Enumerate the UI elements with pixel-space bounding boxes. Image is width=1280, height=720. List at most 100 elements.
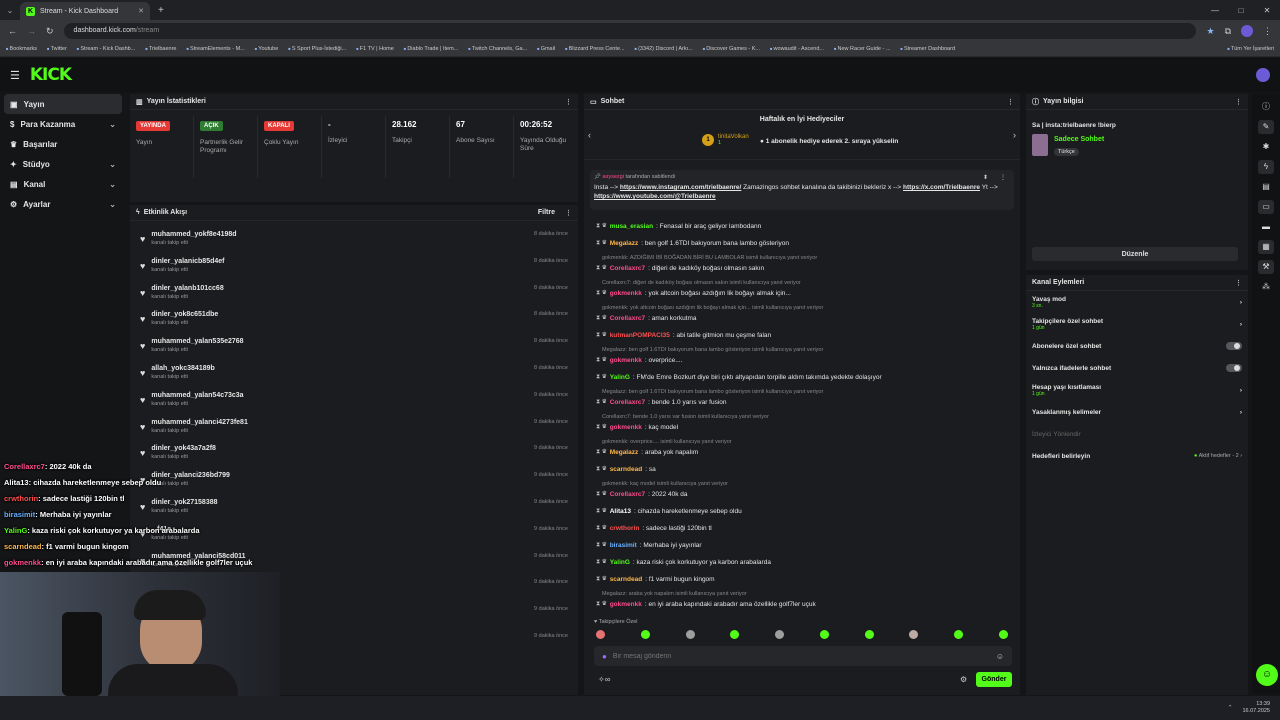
action-followers-only[interactable]: Takipçilere özel sohbet 1 gün › <box>1026 313 1248 335</box>
chevron-right-icon[interactable]: › <box>1013 130 1016 140</box>
wrench-icon[interactable]: ⚒ <box>1258 260 1274 274</box>
bookmark-item[interactable]: wowaudit - Ascend... <box>770 46 824 52</box>
more-options-icon[interactable]: ⋮ <box>1235 279 1242 287</box>
lightning-icon[interactable]: ϟ <box>1258 160 1274 174</box>
chat-user[interactable]: gokmenkk <box>610 290 642 297</box>
action-subs-only[interactable]: Abonelere özel sohbet <box>1026 335 1248 357</box>
chat-user[interactable]: Alita13 <box>610 508 631 515</box>
bookmark-item[interactable]: Twitter <box>47 46 67 52</box>
url-field[interactable]: dashboard.kick.com/stream <box>63 23 1197 39</box>
microphone-icon[interactable]: ● <box>602 652 607 661</box>
minimize-icon[interactable]: — <box>1202 6 1228 15</box>
chat-user[interactable]: musa_erasian <box>610 223 653 230</box>
pinned-link[interactable]: https://www.instagram.com/trielbaenre/ <box>620 184 741 191</box>
event-user[interactable]: dinler_yok27158388 <box>151 499 217 506</box>
bookmark-item[interactable]: Discover Games - K... <box>703 46 760 52</box>
chevron-left-icon[interactable]: ‹ <box>588 130 591 140</box>
maximize-icon[interactable]: □ <box>1228 6 1254 15</box>
event-user[interactable]: muhammed_yalanci4273fe81 <box>151 419 248 426</box>
bookmark-item[interactable]: Bookmarks <box>6 46 38 52</box>
document-icon[interactable]: ▤ <box>1258 180 1274 194</box>
system-tray-icon[interactable]: ⌃ <box>1228 705 1233 711</box>
emote-icon[interactable] <box>596 630 605 639</box>
chat-settings-icon[interactable]: ⚙ <box>960 675 967 684</box>
close-window-icon[interactable]: ✕ <box>1254 6 1280 15</box>
chat-input[interactable] <box>612 652 990 660</box>
chat-user[interactable]: Corellaxrc7 <box>610 491 645 498</box>
pencil-icon[interactable]: ✎ <box>1258 120 1274 134</box>
chat-user[interactable]: gokmenkk <box>610 424 642 431</box>
browser-menu-icon[interactable]: ⋮ <box>1263 26 1272 37</box>
more-options-icon[interactable]: ⋮ <box>565 209 572 217</box>
emote-icon[interactable] <box>954 630 964 639</box>
bookmark-item[interactable]: Youtube <box>255 46 278 52</box>
send-button[interactable]: Gönder <box>976 672 1012 687</box>
reload-icon[interactable]: ↻ <box>46 26 54 37</box>
bookmark-item[interactable]: Diablo Trade | Item... <box>404 46 458 52</box>
action-banned-words[interactable]: Yasaklanmış kelimeler › <box>1026 401 1248 423</box>
action-emotes-only[interactable]: Yalnızca ifadelerle sohbet <box>1026 357 1248 379</box>
bookmark-item[interactable]: S Sport Plus-İstediği... <box>288 46 346 52</box>
grid-icon[interactable]: ▦ <box>1258 240 1274 254</box>
tab-close-icon[interactable]: ✕ <box>138 7 144 15</box>
more-options-icon[interactable]: ⋮ <box>565 98 572 106</box>
category-name[interactable]: Sadece Sohbet <box>1054 136 1104 143</box>
browser-tab[interactable]: K Stream - Kick Dashboard ✕ <box>20 2 150 20</box>
chat-user[interactable]: birasimit <box>610 542 637 549</box>
sidebar-item-kanal[interactable]: ▤ Kanal ⌄ <box>0 174 126 194</box>
emote-icon[interactable] <box>864 630 874 639</box>
chat-user[interactable]: gokmenkk <box>610 357 642 364</box>
action-account-age[interactable]: Hesap yaşı kısıtlaması 1 gün › <box>1026 379 1248 401</box>
edit-button[interactable]: Düzenle <box>1032 247 1238 261</box>
sidebar-item-para-kazanma[interactable]: $ Para Kazanma ⌄ <box>0 114 126 134</box>
back-icon[interactable]: ← <box>8 26 17 36</box>
chat-user[interactable]: Corellaxrc7 <box>610 265 645 272</box>
event-user[interactable]: allah_yokc384189b <box>151 365 214 372</box>
info-icon[interactable]: ⓘ <box>1258 100 1274 114</box>
chat-input-box[interactable]: ● ☺ <box>594 646 1012 666</box>
user-avatar[interactable] <box>1256 68 1270 82</box>
action-goals[interactable]: Hedefleri belirleyin ● Aktif hedefler - 2… <box>1026 445 1248 467</box>
emote-icon[interactable] <box>775 630 785 639</box>
filter-button[interactable]: Filtre <box>538 209 555 216</box>
chat-user[interactable]: Corellaxrc7 <box>610 315 645 322</box>
pinned-link[interactable]: https://www.youtube.com/@Trielbaenre <box>594 193 716 200</box>
chat-icon[interactable]: ▭ <box>1258 200 1274 214</box>
nodes-icon[interactable]: ⁂ <box>1258 280 1274 294</box>
unpin-icon[interactable]: ⬍ <box>983 174 988 181</box>
chat-user[interactable]: scarndead <box>610 466 643 473</box>
chat-user[interactable]: YalinG <box>610 374 630 381</box>
chat-user[interactable]: Megalazz <box>610 449 639 456</box>
chat-user[interactable]: kutmanPOMPACI35 <box>610 332 670 339</box>
subs-only-toggle[interactable] <box>1226 342 1242 350</box>
all-bookmarks[interactable]: Tüm Yer İşaretleri <box>1227 46 1274 52</box>
event-user[interactable]: muhammed_yalan54c73c3a <box>151 392 243 399</box>
bookmark-item[interactable]: Gmail <box>537 46 555 52</box>
bookmark-item[interactable]: StreamElements - M... <box>187 46 245 52</box>
mod-tools-icon[interactable]: ✧∞ <box>598 675 610 684</box>
profile-avatar[interactable] <box>1241 25 1253 37</box>
emote-icon[interactable] <box>819 630 829 639</box>
pinned-link[interactable]: https://x.com/Trielbaenre <box>903 184 980 191</box>
event-user[interactable]: dinler_yalanci236bd799 <box>151 472 230 479</box>
bookmark-item[interactable]: F1 TV | Home <box>356 46 394 52</box>
event-user[interactable]: muhammed_yalan535e2768 <box>151 338 243 345</box>
chat-user[interactable]: crwthorin <box>610 525 640 532</box>
event-user[interactable]: dinler_yok43a7a2f8 <box>151 445 216 452</box>
pinned-by-user[interactable]: asysezgi <box>603 174 624 180</box>
pinned-menu-icon[interactable]: ⋮ <box>1000 174 1006 181</box>
tab-menu-icon[interactable]: ⌄ <box>0 6 20 15</box>
chat-user[interactable]: Corellaxrc7 <box>610 399 645 406</box>
kick-logo[interactable]: KICK <box>30 65 72 85</box>
bookmark-item[interactable]: Twitch Channels, Ga... <box>468 46 527 52</box>
bookmark-star-icon[interactable]: ★ <box>1206 26 1214 37</box>
emoji-icon[interactable]: ☺ <box>996 652 1004 661</box>
extensions-icon[interactable]: ⧉ <box>1225 26 1231 37</box>
chat-user[interactable]: scarndead <box>610 576 643 583</box>
event-user[interactable]: dinler_yalanicb85d4ef <box>151 258 224 265</box>
event-user[interactable]: muhammed_yokf8e4198d <box>151 231 236 238</box>
chat-user[interactable]: gokmenkk <box>610 601 642 608</box>
chat-user[interactable]: YalinG <box>610 559 630 566</box>
new-tab-icon[interactable]: + <box>158 5 164 16</box>
bookmark-item[interactable]: Trielbaenre <box>145 46 177 52</box>
